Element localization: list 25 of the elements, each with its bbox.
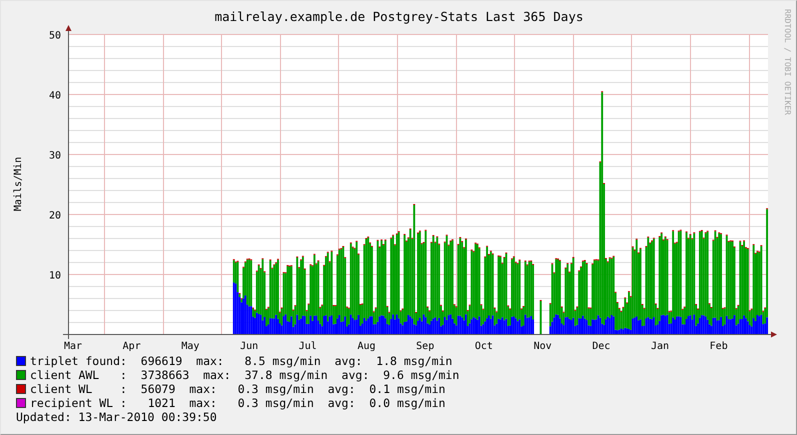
y-tick-label: 20 [48,210,61,222]
x-tick-label: Nov [534,341,552,351]
x-tick-label: Aug [357,341,376,351]
x-tick-label: Mar [64,341,82,351]
x-tick-label: Jun [240,341,258,351]
x-tick-label: Dec [592,341,610,351]
credit-label: RRDTOOL / TOBI OETIKER [783,9,792,115]
y-axis-label: Mails/Min [13,156,24,212]
y-tick-label: 50 [48,30,61,42]
y-tick-label: 10 [48,270,61,282]
legend-entry: recipient WL : 1021 max: 0.3 msg/min avg: 0.0 msg/min [30,396,446,410]
legend-entry: client WL : 56079 max: 0.3 msg/min avg: 0.1 msg/min [30,382,446,396]
legend-entry: triplet found: 696619 max: 8.5 msg/min avg: 1.8 msg/min [30,354,452,368]
x-tick-label: Oct [474,341,493,351]
updated-timestamp: Updated: 13-Mar-2010 00:39:50 [16,410,218,424]
x-tick-label: Apr [122,341,141,351]
legend-entry: client AWL : 3738663 max: 37.8 msg/min avg: 9.6 msg/min [30,368,460,382]
x-tick-label: Sep [416,341,434,351]
x-tick-label: Jan [650,341,670,351]
y-tick-label: 30 [48,150,61,162]
x-tick-label: May [181,341,200,351]
x-tick-label: Jul [298,341,317,351]
x-tick-label: Feb [710,341,728,351]
y-tick-label: 40 [48,90,61,102]
chart-title: mailrelay.example.de Postgrey-Stats Last 365 Days [214,9,584,24]
